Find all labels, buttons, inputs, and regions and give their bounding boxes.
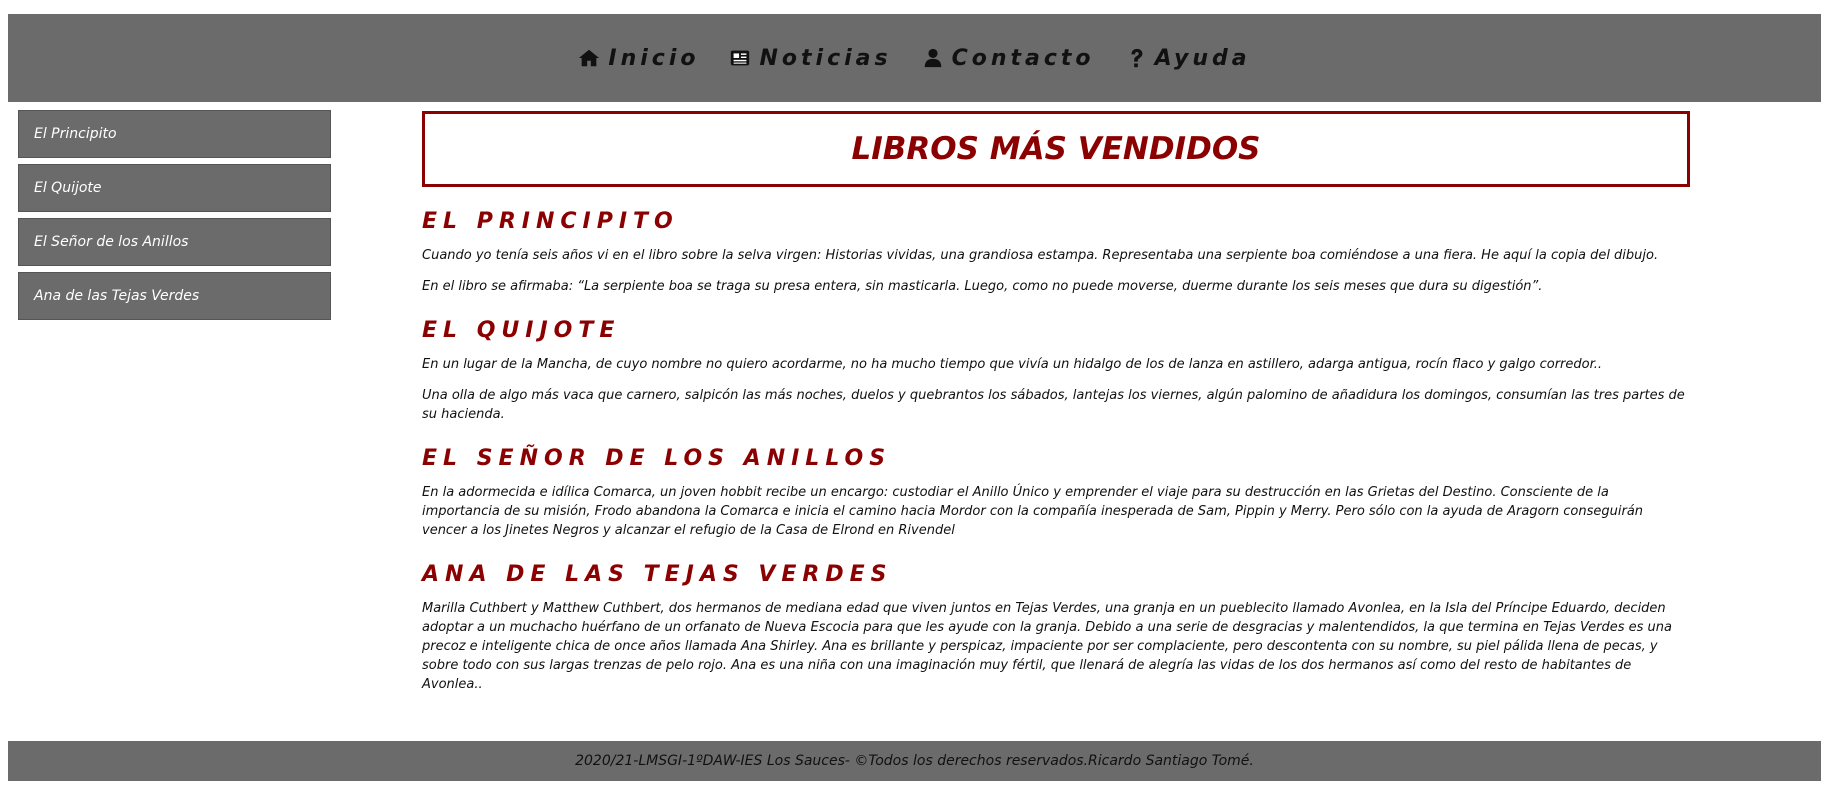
section-paragraph: Una olla de algo más vaca que carnero, s… bbox=[422, 388, 1685, 422]
nav-item-label: Noticias bbox=[759, 45, 892, 71]
section-el-principito: EL PRINCIPITO Cuando yo tenía seis años … bbox=[422, 209, 1690, 296]
section-heading: EL PRINCIPITO bbox=[422, 209, 679, 234]
section-paragraph: En la adormecida e idílica Comarca, un j… bbox=[422, 485, 1644, 538]
section-paragraph: Cuando yo tenía seis años vi en el libro… bbox=[422, 248, 1659, 263]
section-ana-de-las-tejas-verdes: ANA DE LAS TEJAS VERDES Marilla Cuthbert… bbox=[422, 562, 1690, 694]
page-title: LIBROS MÁS VENDIDOS bbox=[851, 131, 1261, 167]
section-paragraph: En el libro se afirmaba: “La serpiente b… bbox=[422, 279, 1543, 294]
nav-item-label: Contacto bbox=[951, 45, 1095, 71]
sidebar-menu: El Principito El Quijote El Señor de los… bbox=[18, 110, 331, 320]
sidebar-item-el-quijote[interactable]: El Quijote bbox=[18, 164, 331, 212]
sidebar-item-ana-de-las-tejas-verdes[interactable]: Ana de las Tejas Verdes bbox=[18, 272, 331, 320]
section-el-quijote: EL QUIJOTE En un lugar de la Mancha, de … bbox=[422, 318, 1690, 424]
question-icon bbox=[1130, 48, 1142, 68]
nav-item-label: Ayuda bbox=[1154, 45, 1251, 71]
section-heading: EL SEÑOR DE LOS ANILLOS bbox=[422, 446, 892, 471]
nav-item-label: Inicio bbox=[608, 45, 700, 71]
section-el-senor-de-los-anillos: EL SEÑOR DE LOS ANILLOS En la adormecida… bbox=[422, 446, 1690, 540]
nav-item-noticias[interactable]: Noticias bbox=[729, 46, 891, 71]
section-heading: ANA DE LAS TEJAS VERDES bbox=[422, 562, 893, 587]
main-content: LIBROS MÁS VENDIDOS EL PRINCIPITO Cuando… bbox=[422, 111, 1690, 706]
newspaper-icon bbox=[731, 50, 750, 66]
user-icon bbox=[924, 48, 941, 68]
nav-item-contacto[interactable]: Contacto bbox=[922, 46, 1095, 71]
page-title-box: LIBROS MÁS VENDIDOS bbox=[422, 111, 1690, 187]
page-footer: 2020/21-LMSGI-1ºDAW-IES Los Sauces- ©Tod… bbox=[8, 741, 1821, 781]
section-paragraph: En un lugar de la Mancha, de cuyo nombre… bbox=[422, 357, 1602, 372]
footer-copyright-text: 2020/21-LMSGI-1ºDAW-IES Los Sauces- ©Tod… bbox=[575, 753, 1254, 769]
nav-links: Inicio Noticias Contacto Ayuda bbox=[578, 46, 1250, 71]
nav-item-inicio[interactable]: Inicio bbox=[578, 46, 699, 71]
top-navigation-bar: Inicio Noticias Contacto Ayuda bbox=[8, 14, 1821, 102]
section-paragraph: Marilla Cuthbert y Matthew Cuthbert, dos… bbox=[422, 601, 1672, 692]
sidebar-item-el-senor-de-los-anillos[interactable]: El Señor de los Anillos bbox=[18, 218, 331, 266]
nav-item-ayuda[interactable]: Ayuda bbox=[1125, 46, 1251, 71]
sidebar-item-el-principito[interactable]: El Principito bbox=[18, 110, 331, 158]
section-heading: EL QUIJOTE bbox=[422, 318, 621, 343]
home-icon bbox=[579, 49, 600, 67]
